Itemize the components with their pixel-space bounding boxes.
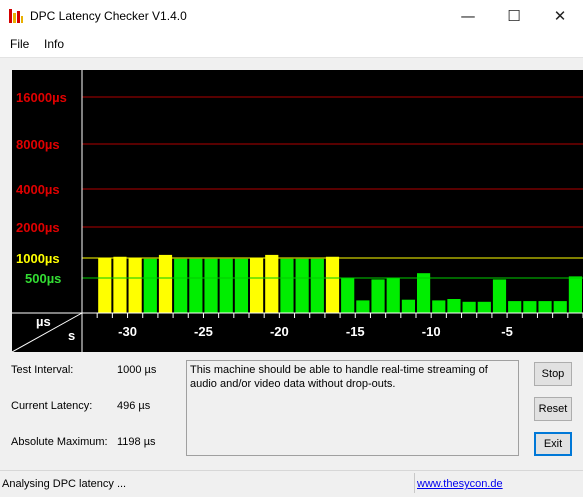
- latency-bar: [219, 258, 233, 313]
- close-icon: ✕: [553, 7, 567, 25]
- latency-bar: [143, 258, 157, 313]
- latency-bar: [280, 258, 294, 313]
- maximize-button[interactable]: ☐: [491, 0, 537, 32]
- x-tick-label: -30: [118, 324, 137, 339]
- status-divider: [414, 473, 415, 493]
- latency-bar: [158, 254, 173, 313]
- latency-bar: [356, 300, 370, 313]
- latency-bar: [295, 258, 309, 313]
- latency-bar: [234, 258, 248, 313]
- latency-bar: [462, 301, 476, 313]
- stop-button[interactable]: Stop: [534, 362, 572, 386]
- minimize-button[interactable]: —: [445, 0, 491, 32]
- latency-chart: 16000µs 8000µs 4000µs 2000µs 1000µs 500µs µs s -…: [12, 70, 583, 352]
- status-text: Analysing DPC latency ...: [2, 478, 127, 490]
- title-bar: DPC Latency Checker V1.4.0 — ☐ ✕: [0, 0, 583, 32]
- close-button[interactable]: ✕: [537, 0, 583, 32]
- y-tick-label: 4000µs: [16, 182, 60, 197]
- absolute-maximum-label: Absolute Maximum:: [11, 436, 108, 448]
- status-bar: Analysing DPC latency ... www.thesycon.d…: [0, 470, 583, 497]
- latency-bar: [113, 256, 127, 313]
- latency-bar: [492, 279, 507, 313]
- current-latency-label: Current Latency:: [11, 400, 93, 412]
- website-link[interactable]: www.thesycon.de: [417, 478, 503, 490]
- y-tick-label: 1000µs: [16, 251, 60, 266]
- latency-chart-svg: 16000µs 8000µs 4000µs 2000µs 1000µs 500µs µs s -…: [12, 70, 583, 352]
- latency-bar: [204, 258, 218, 313]
- latency-bar: [432, 300, 446, 313]
- x-tick-label: -20: [270, 324, 289, 339]
- latency-bar: [568, 276, 582, 313]
- menu-bar: File Info: [0, 32, 583, 58]
- absolute-maximum-value: 1198 µs: [117, 436, 156, 448]
- latency-bar: [386, 277, 400, 313]
- latency-bar: [341, 277, 355, 313]
- window-title: DPC Latency Checker V1.4.0: [30, 9, 187, 23]
- y-tick-label: 500µs: [25, 271, 61, 286]
- latency-bar: [310, 258, 324, 313]
- latency-bar: [553, 301, 567, 313]
- latency-bar: [371, 279, 385, 313]
- latency-bar: [189, 258, 203, 313]
- latency-bar: [128, 258, 142, 313]
- latency-bar: [98, 258, 112, 313]
- latency-bar: [174, 258, 188, 313]
- latency-bar: [508, 301, 522, 313]
- latency-bar: [265, 254, 279, 313]
- minimize-icon: —: [460, 7, 476, 25]
- menu-info[interactable]: Info: [44, 37, 64, 51]
- maximize-icon: ☐: [507, 7, 521, 25]
- y-tick-label: 8000µs: [16, 137, 60, 152]
- latency-bar: [417, 273, 431, 313]
- latency-bar: [538, 301, 552, 313]
- test-interval-label: Test Interval:: [11, 364, 74, 376]
- current-latency-value: 496 µs: [117, 400, 151, 412]
- x-tick-label: -10: [422, 324, 441, 339]
- axis-corner-seconds: s: [68, 328, 75, 343]
- exit-button[interactable]: Exit: [534, 432, 572, 456]
- latency-bar: [477, 301, 491, 313]
- app-bar-chart-icon: [9, 9, 23, 23]
- latency-bar: [250, 257, 264, 313]
- x-tick-label: -15: [346, 324, 365, 339]
- test-interval-value: 1000 µs: [117, 364, 157, 376]
- y-tick-label: 16000µs: [16, 90, 67, 105]
- latency-bar: [447, 299, 461, 313]
- status-message-box: This machine should be able to handle re…: [186, 360, 519, 456]
- y-tick-label: 2000µs: [16, 220, 60, 235]
- x-tick-label: -5: [501, 324, 513, 339]
- latency-bar: [325, 256, 340, 313]
- x-tick-label: -25: [194, 324, 213, 339]
- menu-file[interactable]: File: [10, 37, 29, 51]
- latency-bar: [401, 299, 415, 313]
- axis-corner-unit: µs: [36, 314, 51, 329]
- latency-bar: [523, 301, 537, 313]
- reset-button[interactable]: Reset: [534, 397, 572, 421]
